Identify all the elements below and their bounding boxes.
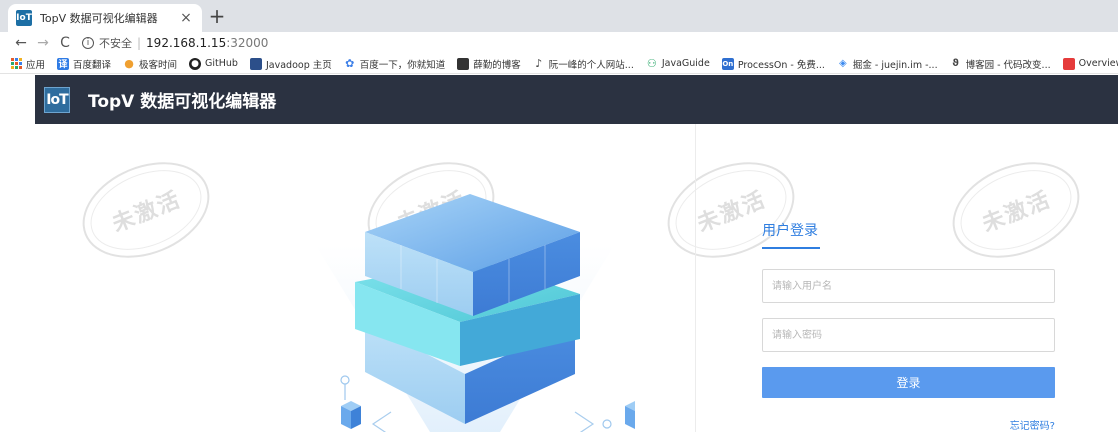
bookmark-baidu-translate[interactable]: 译 百度翻译	[57, 57, 111, 71]
apps-grid-icon	[10, 58, 22, 70]
bookmark-overview[interactable]: Overview (Ja	[1062, 57, 1118, 70]
login-title-underline	[762, 247, 820, 249]
watermark-text: 未激活	[978, 187, 1055, 238]
bookmark-label: GitHub	[205, 58, 238, 69]
watermark-text: 未激活	[108, 187, 185, 238]
paw-icon: ✿	[345, 57, 355, 70]
bookmark-label: 阮一峰的个人网站...	[548, 59, 634, 71]
username-input[interactable]	[762, 269, 1055, 303]
forgot-password-link[interactable]: 忘记密码?	[1010, 417, 1055, 432]
leaf-icon: ♪	[535, 57, 543, 70]
login-page: 未激活 未激活 未激活 未激活	[35, 124, 1118, 432]
close-tab-icon[interactable]: ×	[178, 10, 194, 26]
bookmark-label: ProcessOn - 免费...	[737, 59, 825, 71]
back-arrow-icon[interactable]: ←	[10, 35, 32, 51]
decor-chevron-left	[371, 411, 392, 432]
security-label: 不安全	[99, 37, 132, 50]
bookmark-cnblogs[interactable]: ϑ 博客园 - 代码改变...	[950, 57, 1051, 71]
forward-arrow-icon[interactable]: →	[32, 35, 54, 51]
bookmark-label: 掘金 - juejin.im -...	[852, 59, 938, 71]
watermark-stamp: 未激活	[653, 144, 809, 276]
browser-tab-strip: IoT TopV 数据可视化编辑器 × +	[0, 0, 1118, 32]
book-icon	[249, 57, 262, 70]
cube-illustration	[315, 194, 635, 432]
url-port: :32000	[226, 36, 269, 50]
info-icon[interactable]: i	[82, 37, 94, 49]
vertical-divider	[695, 124, 696, 432]
bookmark-label: 薛勤的博客	[473, 59, 521, 71]
bookmark-label: 百度一下，你就知道	[359, 59, 446, 71]
bookmark-apps[interactable]: 应用	[10, 57, 45, 71]
overview-icon	[1062, 57, 1075, 70]
url-field[interactable]: i 不安全 | 192.168.1.15:32000	[82, 35, 268, 51]
bookmark-xueqin-blog[interactable]: 薛勤的博客	[457, 57, 521, 71]
decor-node	[340, 375, 350, 385]
new-tab-button[interactable]: +	[206, 6, 228, 28]
login-title: 用户登录	[762, 223, 818, 239]
location-pin-icon: ●	[124, 57, 134, 70]
bookmark-processon[interactable]: On ProcessOn - 免费...	[721, 57, 825, 71]
cnblogs-icon: ϑ	[952, 58, 959, 69]
url-host: 192.168.1.15	[146, 36, 227, 50]
decor-chevron-right	[574, 411, 595, 432]
bookmark-javadoop[interactable]: Javadoop 主页	[249, 57, 332, 71]
iot-favicon-icon: IoT	[16, 10, 32, 26]
watermark-stamp: 未激活	[938, 144, 1094, 276]
bookmark-ruanyifeng[interactable]: ♪ 阮一峰的个人网站...	[533, 57, 634, 71]
blog-icon	[457, 57, 470, 70]
address-bar: ← → C i 不安全 | 192.168.1.15:32000	[0, 32, 1118, 54]
bookmark-baidu[interactable]: ✿ 百度一下，你就知道	[344, 57, 446, 71]
bookmark-javaguide[interactable]: ⚇ JavaGuide	[646, 57, 710, 70]
watermark-text: 未激活	[693, 187, 770, 238]
decor-small-cube-right	[625, 401, 635, 429]
juejin-icon: ◈	[839, 58, 847, 69]
app-header: IoT TopV 数据可视化编辑器	[35, 75, 1118, 124]
app-title: TopV 数据可视化编辑器	[88, 92, 277, 112]
tab-title: TopV 数据可视化编辑器	[40, 12, 158, 25]
bookmark-geektime[interactable]: ● 极客时间	[123, 57, 177, 71]
processon-icon: On	[721, 57, 734, 70]
decor-node	[602, 419, 612, 429]
bookmark-github[interactable]: ● GitHub	[189, 57, 238, 70]
bookmark-juejin[interactable]: ◈ 掘金 - juejin.im -...	[837, 57, 938, 71]
bookmark-label: 百度翻译	[73, 59, 112, 71]
watermark-stamp: 未激活	[68, 144, 224, 276]
reload-icon[interactable]: C	[54, 35, 76, 51]
person-icon: ⚇	[646, 57, 657, 70]
bookmark-label: 博客园 - 代码改变...	[965, 59, 1051, 71]
bookmark-label: Javadoop 主页	[265, 59, 332, 71]
decor-small-cube-left	[341, 401, 361, 429]
iot-logo: IoT	[44, 86, 70, 113]
login-button[interactable]: 登录	[762, 367, 1055, 398]
github-icon: ●	[189, 57, 202, 70]
bookmark-label: 极客时间	[139, 59, 178, 71]
password-input[interactable]	[762, 318, 1055, 352]
bookmark-label: 应用	[26, 59, 46, 71]
browser-tab[interactable]: IoT TopV 数据可视化编辑器 ×	[8, 4, 202, 32]
translate-icon: 译	[57, 57, 70, 70]
url-separator: |	[137, 36, 142, 50]
bookmark-label: JavaGuide	[661, 58, 710, 69]
bookmark-label: Overview (Ja	[1078, 58, 1118, 69]
bookmarks-bar: 应用 译 百度翻译 ● 极客时间 ● GitHub Javadoop 主页 ✿ …	[0, 54, 1118, 74]
